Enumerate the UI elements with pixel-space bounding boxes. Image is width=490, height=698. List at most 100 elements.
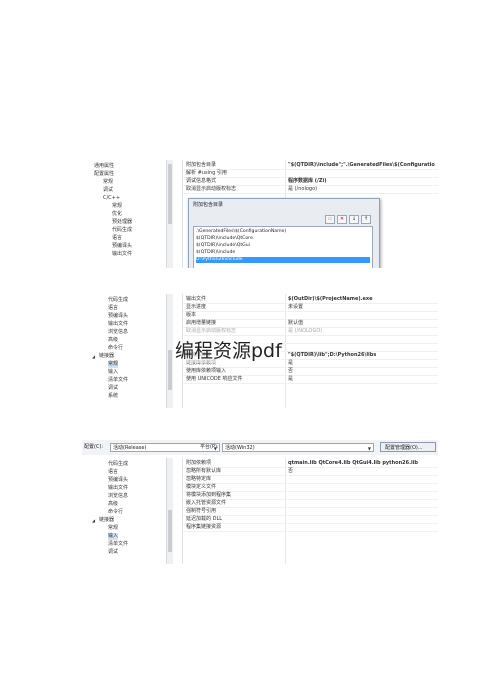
property-row[interactable]: 调试信息格式 程序数据库 (/Zi)	[183, 178, 438, 186]
property-name: 模块定义文件	[186, 484, 217, 490]
tree-scrollbar[interactable]	[166, 160, 173, 268]
tree-item[interactable]: 输出文件	[112, 251, 132, 258]
property-name: 取消显示启动版权标志	[186, 328, 237, 334]
config-label: 配置(C):	[84, 444, 104, 450]
property-row[interactable]: 附加包含目录 "$(QTDIR)\include";".\GeneratedFil…	[183, 162, 438, 170]
property-value[interactable]: 是	[288, 360, 293, 367]
property-name: 强制符号引用	[186, 508, 217, 514]
tree-item[interactable]: 预处理器	[112, 219, 132, 226]
tree-scrollbar-thumb[interactable]	[168, 164, 172, 224]
tree-item[interactable]: 调试	[108, 549, 118, 556]
move-up-icon[interactable]: ↑	[361, 215, 371, 224]
include-dir-item[interactable]: D:\Python26\include	[196, 257, 370, 263]
property-row[interactable]: 延迟加载的 DLL	[183, 516, 438, 524]
include-dirs-list[interactable]: .\GeneratedFiles\$(ConfigurationName) $(Q…	[193, 226, 373, 268]
property-row[interactable]: 强制符号引用	[183, 508, 438, 516]
tree-scrollbar[interactable]	[166, 294, 173, 408]
property-value[interactable]: "$(QTDIR)\lib";D:\Python26\libs	[288, 352, 376, 359]
property-value[interactable]: 否	[288, 368, 293, 375]
property-value[interactable]: $(OutDir)\$(ProjectName).exe	[288, 296, 373, 303]
tree-item[interactable]: 调试	[103, 187, 113, 194]
tree-item[interactable]: 常规	[112, 203, 122, 210]
tree-item[interactable]: 常规	[108, 361, 119, 368]
tree-item[interactable]: 预编译头	[108, 477, 128, 484]
property-row[interactable]: 忽略所有默认库 否	[183, 468, 438, 476]
property-row[interactable]: 附加依赖项 qtmain.lib QtCore4.lib QtGui4.lib p…	[183, 460, 438, 468]
property-row[interactable]: 版本	[183, 312, 438, 320]
tree-item[interactable]: 代码生成	[112, 227, 132, 234]
tree-scrollbar-thumb[interactable]	[168, 510, 172, 552]
tree-item[interactable]: 常规	[103, 179, 113, 186]
property-row[interactable]: 解析 #using 引用	[183, 170, 438, 178]
tree-item[interactable]: 常规	[108, 525, 118, 532]
property-row[interactable]: 取消显示启动版权标志 是 (/NOLOGO)	[183, 328, 438, 336]
property-pages-panel-linker-input: 配置(C): 活动(Release) ▼ 平台(P): 活动(Win32) ▼ …	[82, 440, 438, 564]
expand-arrow-icon[interactable]: ◢	[92, 353, 95, 360]
config-manager-button[interactable]: 配置管理器(O)...	[380, 442, 436, 452]
tree-item[interactable]: C/C++	[103, 195, 120, 202]
tree-item[interactable]: 输入	[108, 533, 119, 540]
tree-item[interactable]: 命令行	[108, 509, 123, 516]
tree-item[interactable]: 通用属性	[94, 163, 114, 170]
property-row[interactable]: 使用库依赖项输入 否	[183, 368, 438, 376]
config-select-value: 活动(Release)	[113, 445, 147, 451]
tree-item[interactable]: 命令行	[108, 345, 123, 352]
property-name: 附加依赖项	[186, 460, 212, 466]
include-dir-item[interactable]: $(QTDIR)\include\QtCore	[196, 236, 370, 242]
property-value[interactable]: 是 (/NOLOGO)	[288, 328, 322, 335]
tree-item[interactable]: 调试	[108, 385, 118, 392]
property-value[interactable]: 否	[288, 468, 293, 475]
property-name: 启用增量链接	[186, 320, 217, 326]
tree-item[interactable]: 高级	[108, 501, 118, 508]
expand-arrow-icon[interactable]: ◢	[92, 517, 95, 524]
dialog-title: 附加包含目录	[193, 202, 224, 208]
tree-scrollbar[interactable]	[166, 458, 173, 564]
tree-item[interactable]: 语言	[108, 305, 118, 312]
tree-item[interactable]: 代码生成	[108, 297, 128, 304]
property-row[interactable]: 显示进度 未设置	[183, 304, 438, 312]
include-dir-item[interactable]: .\GeneratedFiles\$(ConfigurationName)	[196, 229, 370, 235]
tree-item[interactable]: 系统	[108, 393, 118, 400]
property-value[interactable]: qtmain.lib QtCore4.lib QtGui4.lib python…	[288, 460, 418, 467]
property-value[interactable]: 是 (/nologo)	[288, 186, 317, 193]
property-value[interactable]: 程序数据库 (/Zi)	[288, 178, 326, 185]
property-row[interactable]: 将模块添加到程序集	[183, 492, 438, 500]
tree-item[interactable]: 输出文件	[108, 485, 128, 492]
tree-item[interactable]: 语言	[108, 469, 118, 476]
property-row[interactable]: 取消显示启动版权标志 是 (/nologo)	[183, 186, 438, 194]
tree-item[interactable]: 优化	[112, 211, 122, 218]
tree-item[interactable]: 链接器	[99, 353, 114, 360]
tree-item[interactable]: 配置属性	[94, 171, 114, 178]
tree-item[interactable]: 语言	[112, 235, 122, 242]
property-row[interactable]: 程序集链接资源	[183, 524, 438, 532]
property-value[interactable]: 默认值	[288, 320, 303, 327]
tree-item[interactable]: 代码生成	[108, 461, 128, 468]
tree-item[interactable]: 清单文件	[108, 377, 128, 384]
property-row[interactable]: 忽略特定库	[183, 476, 438, 484]
tree-item[interactable]: 链接器	[99, 517, 114, 524]
tree-item[interactable]: 预编译头	[108, 313, 128, 320]
include-dir-item[interactable]: $(QTDIR)\include\QtGui	[196, 243, 370, 249]
property-value[interactable]: 是	[288, 376, 293, 383]
tree-scrollbar-thumb[interactable]	[168, 350, 172, 390]
property-row[interactable]: 使用 UNICODE 响应文件 是	[183, 376, 438, 384]
delete-icon[interactable]: ✕	[337, 215, 347, 224]
tree-item[interactable]: 高级	[108, 337, 118, 344]
platform-select[interactable]: 活动(Win32) ▼	[222, 443, 374, 452]
new-folder-icon[interactable]: ▭	[325, 215, 335, 224]
move-down-icon[interactable]: ↓	[349, 215, 359, 224]
property-row[interactable]: 嵌入托管资源文件	[183, 500, 438, 508]
property-value[interactable]: "$(QTDIR)\include";".\GeneratedFiles\$(C…	[288, 162, 435, 169]
tree-item[interactable]: 预编译头	[112, 243, 132, 250]
property-name: 附加包含目录	[186, 162, 217, 168]
tree-item[interactable]: 输入	[108, 369, 118, 376]
include-dir-item[interactable]: $(QTDIR)\include	[196, 250, 370, 256]
tree-item[interactable]: 浏览信息	[108, 493, 128, 500]
tree-item[interactable]: 输出文件	[108, 321, 128, 328]
tree-item[interactable]: 清单文件	[108, 541, 128, 548]
property-value[interactable]: 未设置	[288, 304, 303, 311]
property-row[interactable]: 模块定义文件	[183, 484, 438, 492]
tree-item[interactable]: 浏览信息	[108, 329, 128, 336]
property-row[interactable]: 启用增量链接 默认值	[183, 320, 438, 328]
property-row[interactable]: 输出文件 $(OutDir)\$(ProjectName).exe	[183, 296, 438, 304]
